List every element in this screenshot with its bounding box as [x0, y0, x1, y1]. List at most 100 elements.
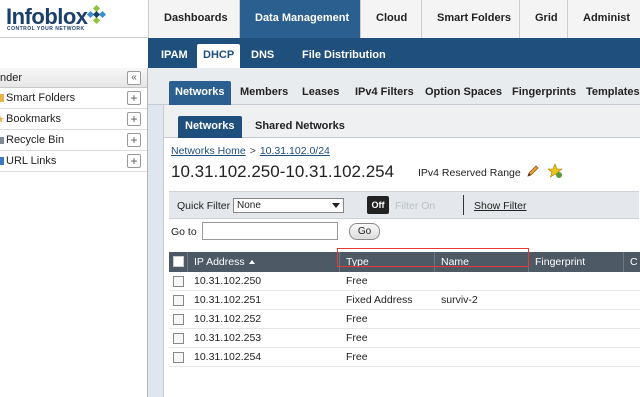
show-filter-link[interactable]: Show Filter: [474, 200, 527, 212]
finder-item-label: URL Links: [6, 155, 57, 167]
subtab-dns[interactable]: DNS: [245, 44, 280, 68]
networks-tabbar: Networks Shared Networks: [164, 105, 640, 138]
infoblox-logo[interactable]: Infoblox CONTROL YOUR NETWORK: [3, 4, 149, 34]
finder-item-recycle-bin[interactable]: Recycle Bin +: [0, 130, 147, 151]
sort-asc-icon: [248, 260, 255, 265]
type-cell: Free: [346, 313, 368, 325]
row-checkbox[interactable]: [173, 333, 184, 344]
table-row[interactable]: 10.31.102.250 Free: [169, 272, 640, 291]
ip-cell: 10.31.102.250: [194, 275, 262, 287]
tab-dashboards[interactable]: Dashboards: [148, 0, 239, 38]
sub-navigation: IPAM DHCP DNS File Distribution: [148, 38, 640, 68]
tab-templates[interactable]: Templates: [580, 81, 640, 105]
column-label: C: [630, 256, 638, 268]
header-checkbox-cell: [169, 252, 188, 272]
tab-fingerprints[interactable]: Fingerprints: [506, 81, 582, 105]
quick-filter-value: None: [237, 200, 261, 211]
logo-tagline: CONTROL YOUR NETWORK: [7, 26, 85, 32]
dhcp-tabbar: Networks Members Leases IPv4 Filters Opt…: [148, 68, 640, 105]
tab-ipv4-filters[interactable]: IPv4 Filters: [349, 81, 420, 105]
filter-toggle-off-button[interactable]: Off: [367, 196, 389, 214]
goto-input[interactable]: [202, 222, 338, 240]
subtab-ipam[interactable]: IPAM: [155, 44, 194, 68]
tab-cloud[interactable]: Cloud: [360, 0, 421, 38]
finder-header: nder «: [0, 68, 147, 88]
tab-option-spaces[interactable]: Option Spaces: [419, 81, 508, 105]
quick-filter-select[interactable]: None: [233, 198, 344, 213]
finder-item-url-links[interactable]: URL Links +: [0, 151, 147, 172]
subtab-dhcp[interactable]: DHCP: [197, 44, 241, 68]
finder-item-smart-folders[interactable]: Smart Folders +: [0, 88, 147, 109]
name-cell: surviv-2: [441, 294, 478, 306]
select-all-checkbox[interactable]: [173, 256, 184, 267]
go-button[interactable]: Go: [349, 223, 380, 240]
row-checkbox[interactable]: [173, 352, 184, 363]
tab-grid[interactable]: Grid: [519, 0, 567, 38]
folder-icon: [0, 94, 4, 102]
finder-item-bookmarks[interactable]: Bookmarks +: [0, 109, 147, 130]
type-cell: Free: [346, 332, 368, 344]
ip-cell: 10.31.102.254: [194, 351, 262, 363]
expand-button[interactable]: +: [127, 112, 141, 126]
type-cell: Free: [346, 275, 368, 287]
ip-cell: 10.31.102.251: [194, 294, 262, 306]
highlight-box: [337, 248, 529, 267]
filter-on-button[interactable]: Filter On: [395, 200, 435, 212]
pencil-icon[interactable]: [525, 163, 541, 179]
breadcrumb-network[interactable]: 10.31.102.0/24: [260, 145, 330, 157]
networks-panel: Networks Shared Networks Networks Home >1…: [163, 105, 640, 397]
type-cell: Free: [346, 351, 368, 363]
chevron-down-icon: [332, 203, 340, 208]
subtab-file-distribution[interactable]: File Distribution: [296, 44, 392, 68]
quick-filter-label: Quick Filter: [177, 200, 231, 212]
tab-shared-networks[interactable]: Shared Networks: [248, 116, 352, 138]
expand-button[interactable]: +: [127, 154, 141, 168]
bookmark-icon: [0, 115, 4, 123]
column-ip-address[interactable]: IP Address: [188, 252, 340, 272]
collapse-panel-button[interactable]: «: [127, 71, 141, 85]
tab-members[interactable]: Members: [234, 81, 294, 105]
divider: [463, 195, 464, 215]
finder-item-label: Bookmarks: [6, 113, 62, 125]
logo-mark-icon: [86, 5, 107, 25]
finder-panel: nder « Smart Folders + Bookmarks + Recyc…: [0, 68, 148, 397]
column-label: Fingerprint: [535, 256, 586, 268]
main-content: Networks Members Leases IPv4 Filters Opt…: [148, 68, 640, 397]
tab-networks-inner[interactable]: Networks: [178, 116, 242, 138]
top-header: Infoblox CONTROL YOUR NETWORK Dashboards…: [0, 0, 640, 38]
expand-button[interactable]: +: [127, 133, 141, 147]
tab-networks[interactable]: Networks: [169, 81, 231, 105]
breadcrumb: Networks Home >10.31.102.0/24: [171, 145, 330, 157]
table-row[interactable]: 10.31.102.253 Free: [169, 329, 640, 348]
row-checkbox[interactable]: [173, 276, 184, 287]
table-row[interactable]: 10.31.102.254 Free: [169, 348, 640, 367]
link-icon: [0, 157, 4, 165]
row-checkbox[interactable]: [173, 295, 184, 306]
ip-table: IP Address Type Name Fingerprint C 10.31…: [169, 252, 640, 367]
name-cell: [435, 310, 441, 329]
main-tabs: Dashboards Data Management Cloud Smart F…: [148, 0, 640, 38]
range-type-label: IPv4 Reserved Range: [418, 167, 521, 179]
type-cell: Fixed Address: [346, 294, 413, 306]
breadcrumb-separator: >: [249, 145, 256, 157]
name-cell: [435, 272, 441, 291]
table-row[interactable]: 10.31.102.251 Fixed Address surviv-2: [169, 291, 640, 310]
finder-item-label: Recycle Bin: [6, 134, 65, 146]
expand-button[interactable]: +: [127, 91, 141, 105]
finder-item-label: Smart Folders: [6, 92, 76, 104]
tab-smart-folders[interactable]: Smart Folders: [421, 0, 519, 38]
tab-data-management[interactable]: Data Management: [239, 0, 360, 38]
tab-leases[interactable]: Leases: [296, 81, 345, 105]
bookmark-star-icon[interactable]: [547, 163, 563, 179]
recycle-bin-icon: [0, 137, 4, 144]
table-row[interactable]: 10.31.102.252 Free: [169, 310, 640, 329]
column-label: IP Address: [194, 256, 245, 268]
breadcrumb-networks-home[interactable]: Networks Home: [171, 145, 246, 157]
row-checkbox[interactable]: [173, 314, 184, 325]
column-fingerprint[interactable]: Fingerprint: [529, 252, 624, 272]
name-cell: [435, 348, 441, 367]
finder-title: nder: [0, 72, 23, 84]
ip-cell: 10.31.102.253: [194, 332, 262, 344]
tab-administration[interactable]: Administ: [567, 0, 640, 38]
column-comment[interactable]: C: [624, 252, 640, 272]
